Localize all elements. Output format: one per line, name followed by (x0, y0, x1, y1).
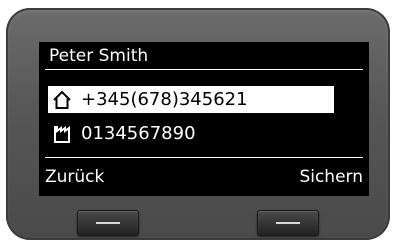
office-phone-number: 0134567890 (81, 123, 196, 144)
phone-device: Peter Smith +345(678)345621 0134567890 Z… (6, 8, 390, 240)
title-divider (45, 69, 363, 70)
back-softkey-label[interactable]: Zurück (45, 166, 104, 188)
home-phone-icon (51, 89, 73, 111)
office-phone-icon (51, 123, 73, 145)
right-softkey-button[interactable] (257, 210, 319, 236)
save-softkey-label[interactable]: Sichern (299, 166, 363, 188)
left-softkey-button[interactable] (77, 210, 139, 236)
dash-icon (276, 222, 300, 224)
phone-entry-office[interactable]: 0134567890 (48, 120, 196, 147)
display-screen: Peter Smith +345(678)345621 0134567890 Z… (39, 42, 369, 196)
home-phone-number: +345(678)345621 (81, 89, 248, 110)
contact-name-title: Peter Smith (49, 46, 149, 66)
softkey-divider (45, 157, 363, 158)
phone-entry-home[interactable]: +345(678)345621 (48, 86, 334, 113)
dash-icon (96, 222, 120, 224)
